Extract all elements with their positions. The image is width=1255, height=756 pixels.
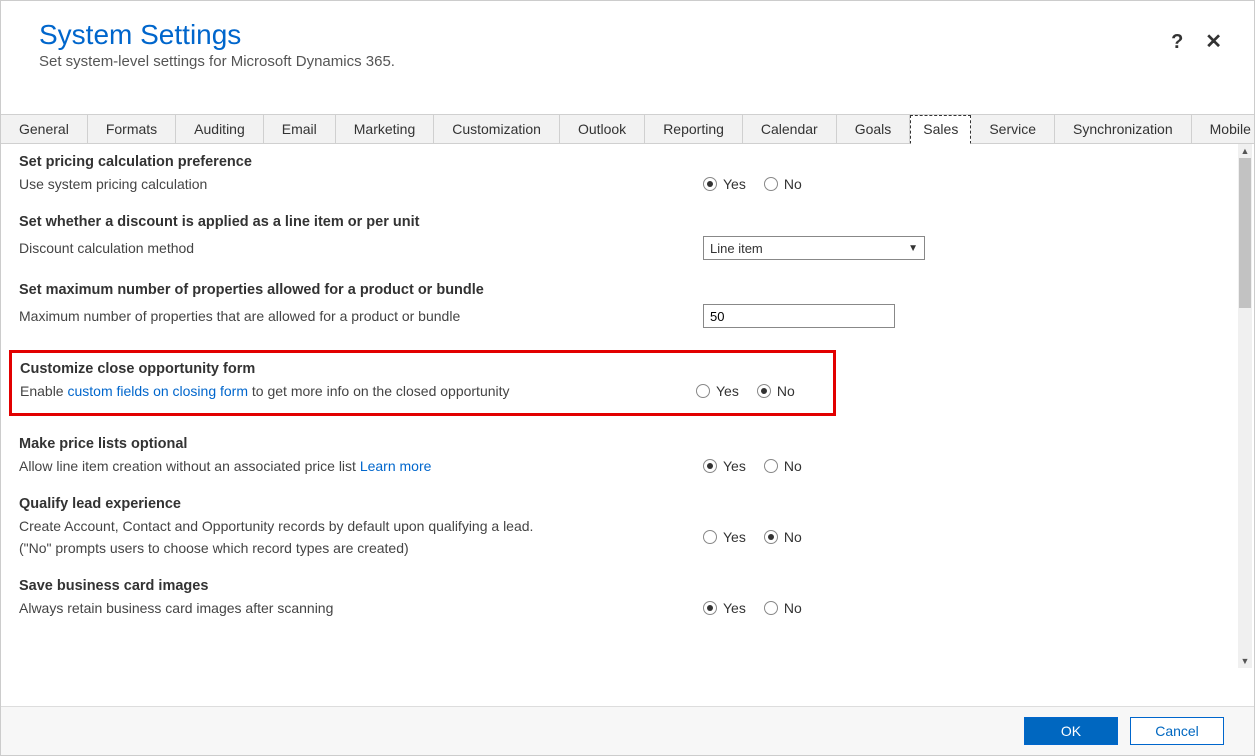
radio-yes[interactable]: Yes xyxy=(703,176,746,192)
help-icon[interactable]: ? xyxy=(1171,31,1183,53)
radio-group-qualifylead: Yes No xyxy=(703,529,802,545)
section-title: Set whether a discount is applied as a l… xyxy=(19,214,1236,230)
dialog-header: System Settings Set system-level setting… xyxy=(1,1,1254,84)
tab-calendar[interactable]: Calendar xyxy=(743,115,837,143)
tab-customization[interactable]: Customization xyxy=(434,115,560,143)
dialog-footer: OK Cancel xyxy=(1,706,1254,755)
page-subtitle: Set system-level settings for Microsoft … xyxy=(39,53,1224,70)
setting-label: Allow line item creation without an asso… xyxy=(19,458,703,474)
highlighted-section: Customize close opportunity form Enable … xyxy=(9,350,836,416)
tab-sales[interactable]: Sales xyxy=(910,115,971,144)
setting-subtext: ("No" prompts users to choose which reco… xyxy=(19,540,703,556)
scroll-thumb[interactable] xyxy=(1239,158,1251,308)
section-title: Set pricing calculation preference xyxy=(19,154,1236,170)
ok-button[interactable]: OK xyxy=(1024,717,1118,745)
max-properties-input[interactable] xyxy=(703,304,895,328)
tab-outlook[interactable]: Outlook xyxy=(560,115,645,143)
radio-yes[interactable]: Yes xyxy=(703,458,746,474)
cancel-button[interactable]: Cancel xyxy=(1130,717,1224,745)
radio-no[interactable]: No xyxy=(757,383,795,399)
tab-synchronization[interactable]: Synchronization xyxy=(1055,115,1192,143)
radio-yes[interactable]: Yes xyxy=(703,600,746,616)
radio-group-bizcard: Yes No xyxy=(703,600,802,616)
setting-label: Create Account, Contact and Opportunity … xyxy=(19,518,703,556)
radio-button-icon xyxy=(764,459,778,473)
section-title: Qualify lead experience xyxy=(19,496,1236,512)
radio-no[interactable]: No xyxy=(764,176,802,192)
learn-more-link[interactable]: Learn more xyxy=(360,458,432,474)
radio-button-icon xyxy=(703,459,717,473)
tab-goals[interactable]: Goals xyxy=(837,115,911,143)
tab-email[interactable]: Email xyxy=(264,115,336,143)
radio-button-icon xyxy=(696,384,710,398)
scroll-track[interactable] xyxy=(1238,158,1252,654)
vertical-scrollbar[interactable]: ▲ ▼ xyxy=(1238,144,1252,668)
section-title: Make price lists optional xyxy=(19,436,1236,452)
radio-no[interactable]: No xyxy=(764,529,802,545)
section-qualifylead: Qualify lead experience Create Account, … xyxy=(19,496,1236,556)
section-maxprops: Set maximum number of properties allowed… xyxy=(19,282,1236,328)
tab-general[interactable]: General xyxy=(1,115,88,143)
setting-label: Maximum number of properties that are al… xyxy=(19,308,703,324)
radio-button-icon xyxy=(703,601,717,615)
radio-button-icon xyxy=(764,530,778,544)
radio-no[interactable]: No xyxy=(764,458,802,474)
chevron-down-icon: ▼ xyxy=(908,243,918,254)
radio-button-icon xyxy=(703,177,717,191)
radio-button-icon xyxy=(764,177,778,191)
settings-content: Set pricing calculation preference Use s… xyxy=(1,144,1254,668)
setting-label: Enable custom fields on closing form to … xyxy=(20,383,696,399)
tabs-bar: GeneralFormatsAuditingEmailMarketingCust… xyxy=(1,114,1254,144)
radio-group-closeopp: Yes No xyxy=(696,383,795,399)
radio-button-icon xyxy=(764,601,778,615)
radio-group-pricelists: Yes No xyxy=(703,458,802,474)
tab-formats[interactable]: Formats xyxy=(88,115,176,143)
section-bizcard: Save business card images Always retain … xyxy=(19,578,1236,616)
tab-auditing[interactable]: Auditing xyxy=(176,115,264,143)
tab-marketing[interactable]: Marketing xyxy=(336,115,434,143)
section-discount: Set whether a discount is applied as a l… xyxy=(19,214,1236,260)
radio-button-icon xyxy=(757,384,771,398)
close-icon[interactable]: ✕ xyxy=(1205,31,1222,53)
content-wrap: Set pricing calculation preference Use s… xyxy=(1,144,1254,668)
section-title: Customize close opportunity form xyxy=(20,361,825,377)
radio-no[interactable]: No xyxy=(764,600,802,616)
radio-yes[interactable]: Yes xyxy=(696,383,739,399)
radio-yes[interactable]: Yes xyxy=(703,529,746,545)
tab-mobile-client[interactable]: Mobile Client xyxy=(1192,115,1255,143)
custom-fields-link[interactable]: custom fields on closing form xyxy=(67,383,248,399)
scroll-up-icon[interactable]: ▲ xyxy=(1238,144,1252,158)
setting-label: Discount calculation method xyxy=(19,240,703,256)
section-pricelists: Make price lists optional Allow line ite… xyxy=(19,436,1236,474)
tab-service[interactable]: Service xyxy=(971,115,1055,143)
section-title: Save business card images xyxy=(19,578,1236,594)
section-pricing: Set pricing calculation preference Use s… xyxy=(19,154,1236,192)
tab-reporting[interactable]: Reporting xyxy=(645,115,743,143)
section-title: Set maximum number of properties allowed… xyxy=(19,282,1236,298)
setting-label: Always retain business card images after… xyxy=(19,600,703,616)
radio-group-pricing: Yes No xyxy=(703,176,802,192)
page-title: System Settings xyxy=(39,19,1224,51)
setting-label: Use system pricing calculation xyxy=(19,176,703,192)
radio-button-icon xyxy=(703,530,717,544)
scroll-down-icon[interactable]: ▼ xyxy=(1238,654,1252,668)
discount-method-select[interactable]: Line item ▼ xyxy=(703,236,925,260)
